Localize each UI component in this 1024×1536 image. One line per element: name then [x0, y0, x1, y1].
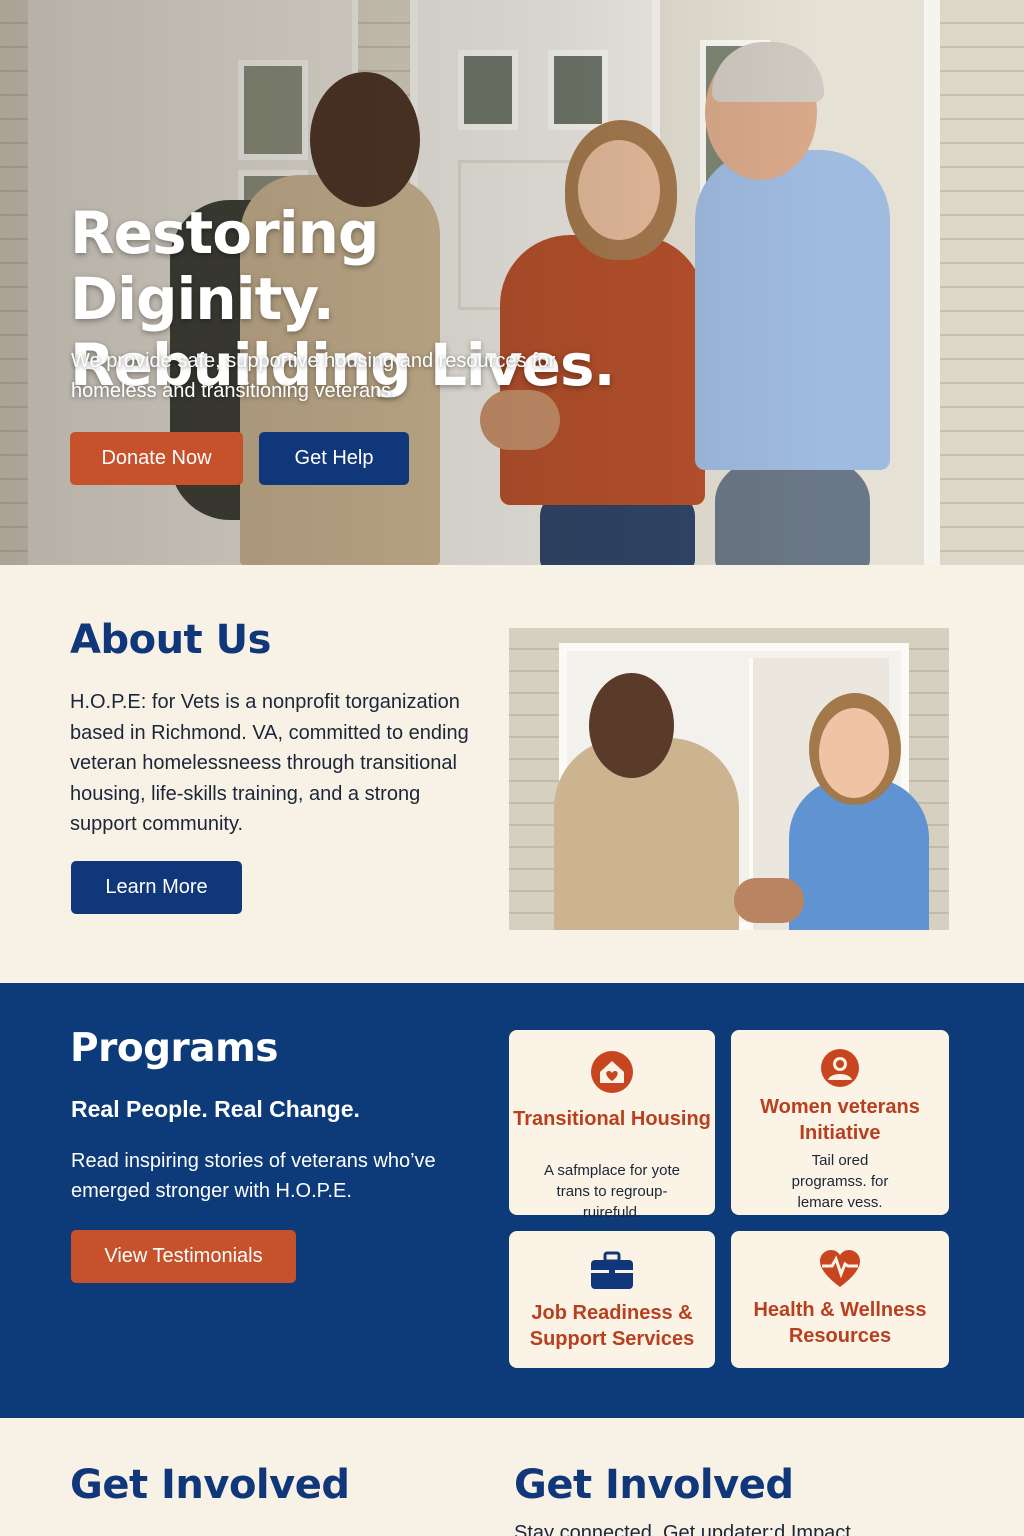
photo-veteran-head: [589, 673, 674, 778]
program-card-job-readiness[interactable]: Job Readiness & Support Services: [509, 1231, 715, 1368]
get-involved-heading-right: Get Involved: [514, 1462, 794, 1508]
program-card-desc: Tail ored programss. for lemare vess.: [791, 1152, 889, 1211]
get-involved-body: Stay connected. Get updater:d Impact: [514, 1522, 851, 1536]
hero-section: Restoring Diginity. Rebuilding Lives. We…: [0, 0, 1024, 565]
program-card-title: Health & Wellness Resources: [753, 1299, 927, 1347]
programs-section: Programs Real People. Real Change. Read …: [0, 983, 1024, 1418]
program-card-title: Women veterans Initiative: [760, 1096, 920, 1144]
about-body: H.O.P.E: for Vets is a nonprofit torgani…: [70, 691, 469, 835]
program-card-transitional-housing[interactable]: Transitional Housing A safmplace for yot…: [509, 1030, 715, 1221]
program-card-health-wellness[interactable]: Health & Wellness Resources: [731, 1231, 949, 1368]
woman-veteran-icon: [821, 1049, 859, 1087]
photo-handshake: [734, 878, 804, 923]
about-heading: About Us: [70, 617, 271, 663]
program-card-title: Job Readiness & Support Services: [529, 1302, 695, 1350]
programs-heading: Programs: [70, 1026, 278, 1071]
view-testimonials-button[interactable]: View Testimonials: [71, 1230, 296, 1283]
photo-woman-face: [819, 708, 889, 798]
about-section: About Us H.O.P.E: for Vets is a nonprofi…: [0, 565, 1024, 983]
program-card-desc: A safmplace for yote trans to regroup-ru…: [544, 1162, 680, 1221]
hero-subtitle: We provide safe, supportive housing and …: [71, 350, 556, 402]
donate-now-button[interactable]: Donate Now: [70, 432, 243, 485]
program-card-women-veterans[interactable]: Women veterans Initiative Tail ored prog…: [731, 1030, 949, 1215]
programs-body: Read inspiring stories of veterans who’v…: [71, 1150, 436, 1202]
get-help-button[interactable]: Get Help: [259, 432, 409, 485]
programs-subheading: Real People. Real Change.: [71, 1096, 360, 1122]
get-involved-section: Get Involved Get Involved Stay connected…: [0, 1418, 1024, 1536]
heart-pulse-icon: [820, 1250, 860, 1287]
learn-more-button[interactable]: Learn More: [71, 861, 242, 914]
get-involved-heading-left: Get Involved: [70, 1462, 350, 1508]
program-card-title: Transitional Housing: [513, 1108, 711, 1130]
about-photo: [509, 628, 949, 930]
briefcase-icon: [591, 1251, 633, 1289]
hero-title-line1: Restoring Diginity.: [70, 199, 379, 333]
home-heart-icon: [591, 1051, 633, 1093]
